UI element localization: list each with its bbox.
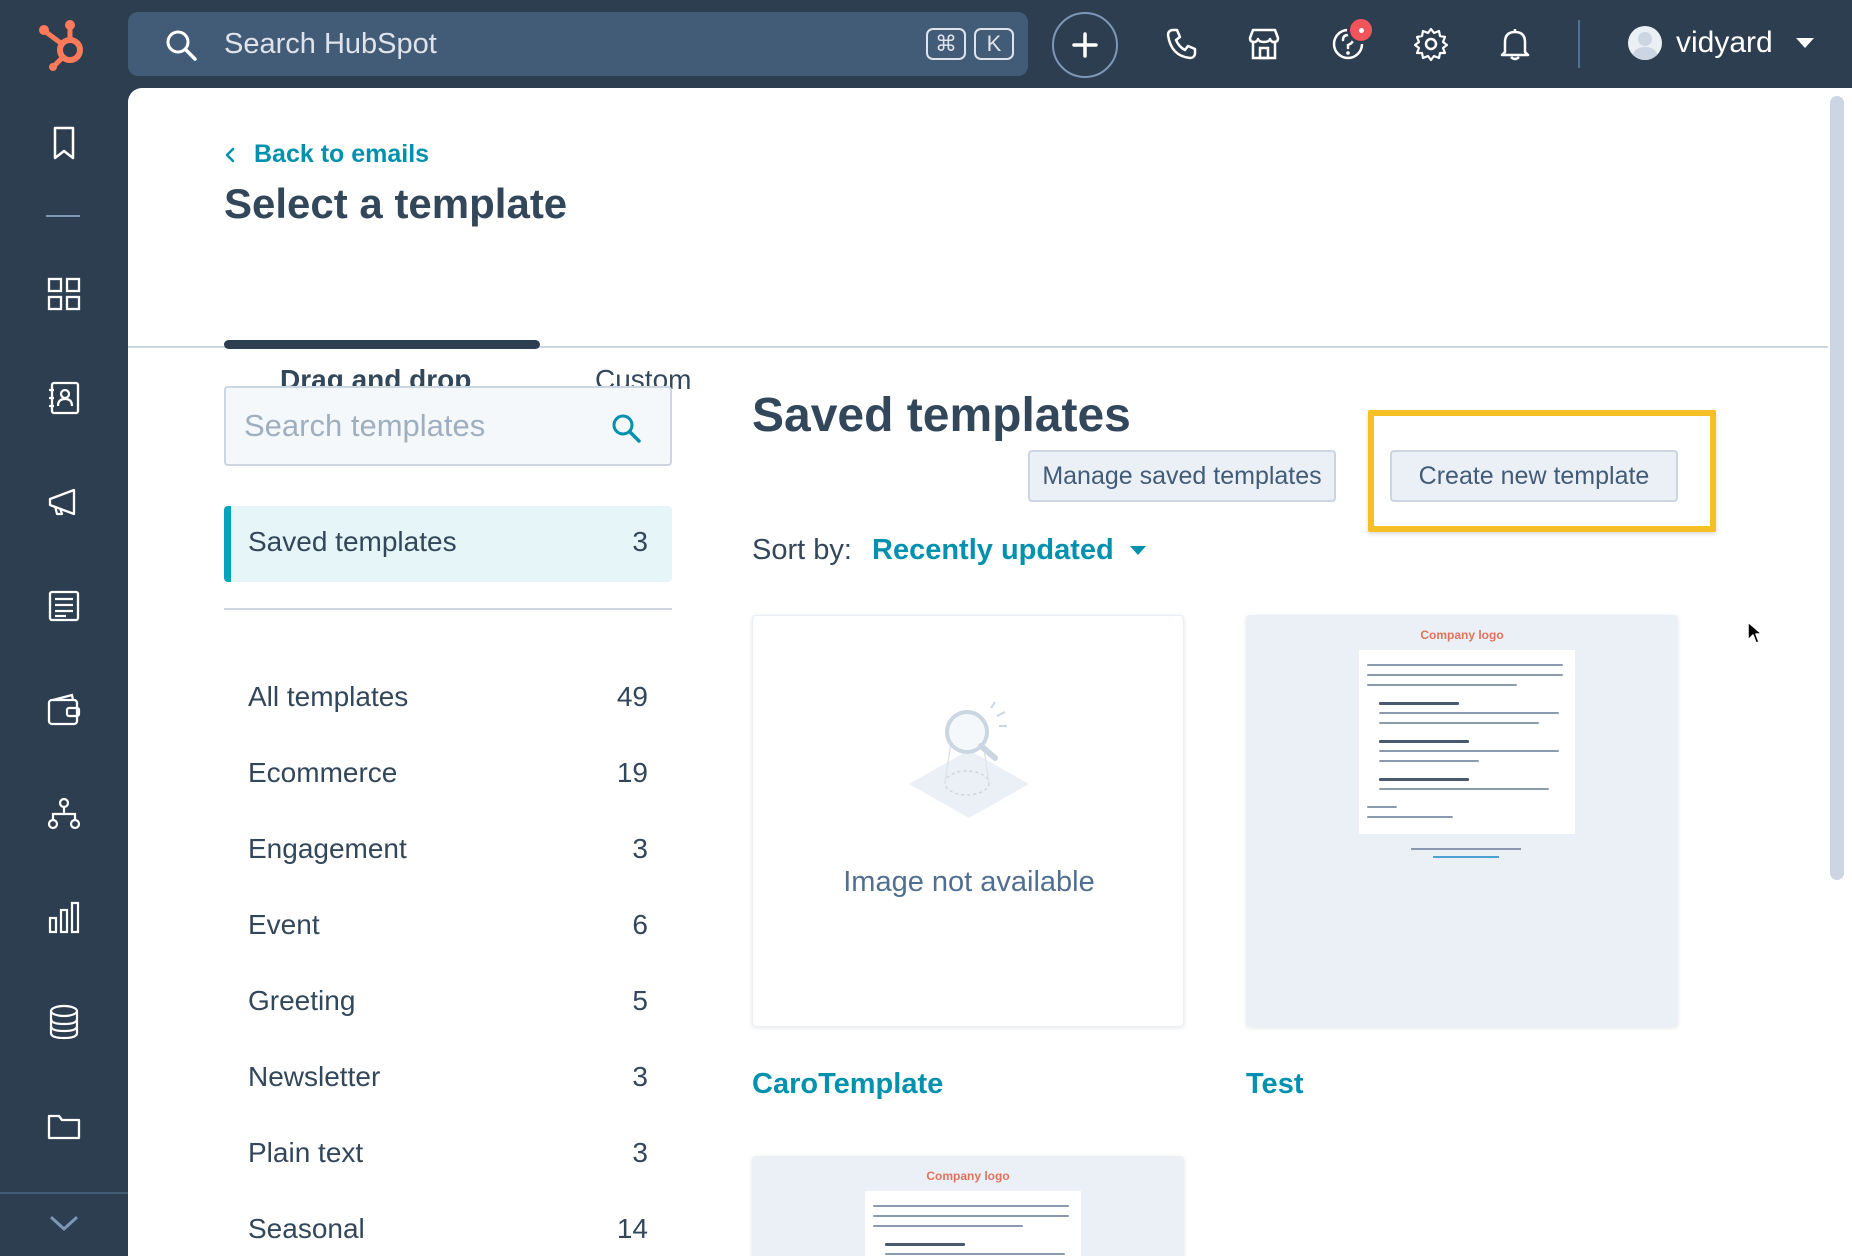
sort-label: Sort by: [752, 534, 852, 566]
category-count: 6 [632, 909, 648, 940]
data-management-database-icon[interactable] [44, 1002, 84, 1042]
expand-nav-button[interactable] [0, 1192, 128, 1256]
category-label: Newsletter [248, 1061, 381, 1092]
category-count: 19 [616, 757, 648, 788]
category-count: 3 [632, 833, 648, 864]
category-label: Saved templates [248, 526, 457, 557]
user-avatar[interactable] [1628, 26, 1662, 60]
main-content-panel: Back to emails Select a template Drag an… [128, 88, 1828, 1256]
category-seasonal[interactable]: Seasonal 14 [224, 1203, 672, 1256]
search-templates-input[interactable]: Search templates [224, 386, 672, 466]
account-name[interactable]: vidyard [1676, 26, 1773, 60]
reporting-chart-icon[interactable] [44, 898, 84, 938]
category-label: Seasonal [248, 1213, 365, 1244]
thumbnail-company-logo: Company logo [926, 1169, 1010, 1183]
search-templates-placeholder: Search templates [244, 408, 486, 443]
back-link-label: Back to emails [254, 140, 430, 168]
notifications-bell-icon[interactable] [1497, 26, 1533, 62]
active-tab-indicator [224, 340, 540, 349]
topbar-divider [1578, 20, 1580, 68]
chevron-down-icon[interactable] [1130, 546, 1146, 555]
category-count: 3 [632, 1061, 648, 1092]
chevron-left-icon [225, 147, 235, 162]
create-plus-button[interactable] [1052, 12, 1118, 78]
chevron-down-icon[interactable] [1796, 38, 1814, 48]
category-greeting[interactable]: Greeting 5 [224, 975, 672, 1031]
search-icon [164, 28, 198, 67]
category-newsletter[interactable]: Newsletter 3 [224, 1051, 672, 1107]
template-card-carotemplate[interactable]: Image not available [752, 615, 1184, 1027]
phone-icon[interactable] [1163, 26, 1199, 62]
help-notification-badge [1347, 16, 1375, 44]
category-label: Ecommerce [248, 757, 398, 788]
category-label: Greeting [248, 985, 356, 1016]
template-name-link[interactable]: CaroTemplate [752, 1068, 943, 1101]
left-sidebar-nav [0, 88, 128, 1256]
global-search-input[interactable]: Search HubSpot ⌘ K [128, 12, 1028, 76]
automation-icon[interactable] [44, 794, 84, 834]
category-count: 5 [632, 985, 648, 1016]
marketplace-icon[interactable] [1246, 26, 1282, 62]
library-folder-icon[interactable] [44, 1106, 84, 1146]
global-search-placeholder: Search HubSpot [224, 28, 437, 60]
category-engagement[interactable]: Engagement 3 [224, 823, 672, 879]
page-scrollbar-thumb[interactable] [1830, 96, 1844, 880]
category-label: All templates [248, 681, 409, 712]
nav-divider [46, 215, 80, 217]
chevron-down-icon [50, 1216, 78, 1231]
category-count: 14 [616, 1213, 648, 1244]
category-label: Plain text [248, 1137, 364, 1168]
image-unavailable-illustration [909, 701, 1029, 818]
mouse-cursor-icon [1746, 620, 1764, 651]
sort-dropdown[interactable]: Recently updated [872, 534, 1114, 567]
email-thumbnail-preview [1359, 650, 1575, 834]
category-all-templates[interactable]: All templates 49 [224, 671, 672, 727]
settings-gear-icon[interactable] [1413, 26, 1449, 62]
email-thumbnail-preview [865, 1191, 1081, 1256]
category-count: 3 [632, 1137, 648, 1168]
thumbnail-company-logo: Company logo [1420, 628, 1504, 642]
bookmark-icon[interactable] [44, 123, 84, 163]
category-label: Event [248, 909, 320, 940]
create-new-template-button[interactable]: Create new template [1390, 450, 1678, 502]
category-event[interactable]: Event 6 [224, 899, 672, 955]
category-label: Engagement [248, 833, 407, 864]
commerce-wallet-icon[interactable] [44, 690, 84, 730]
workspaces-grid-icon[interactable] [44, 274, 84, 314]
search-icon[interactable] [610, 412, 642, 449]
shortcut-cmd-key: ⌘ [926, 28, 966, 60]
category-divider [224, 608, 672, 610]
manage-saved-templates-button[interactable]: Manage saved templates [1028, 450, 1336, 502]
category-ecommerce[interactable]: Ecommerce 19 [224, 747, 672, 803]
category-count: 3 [632, 526, 648, 557]
marketing-megaphone-icon[interactable] [44, 482, 84, 522]
category-count: 49 [616, 681, 648, 712]
section-title: Saved templates [752, 389, 1131, 442]
page-title: Select a template [224, 180, 568, 227]
back-to-emails-link[interactable]: Back to emails [224, 140, 429, 169]
template-card-test[interactable]: Company logo [1246, 615, 1678, 1027]
category-plain-text[interactable]: Plain text 3 [224, 1127, 672, 1183]
shortcut-k-key: K [974, 28, 1014, 60]
contacts-icon[interactable] [44, 378, 84, 418]
template-name-link[interactable]: Test [1246, 1068, 1303, 1101]
hubspot-logo[interactable] [36, 18, 92, 72]
category-saved-templates[interactable]: Saved templates 3 [224, 506, 672, 582]
content-icon[interactable] [44, 586, 84, 626]
image-not-available-label: Image not available [843, 866, 1095, 898]
template-card-third[interactable]: Company logo [752, 1156, 1184, 1256]
top-navigation-bar: Search HubSpot ⌘ K vidyard [0, 0, 1852, 88]
